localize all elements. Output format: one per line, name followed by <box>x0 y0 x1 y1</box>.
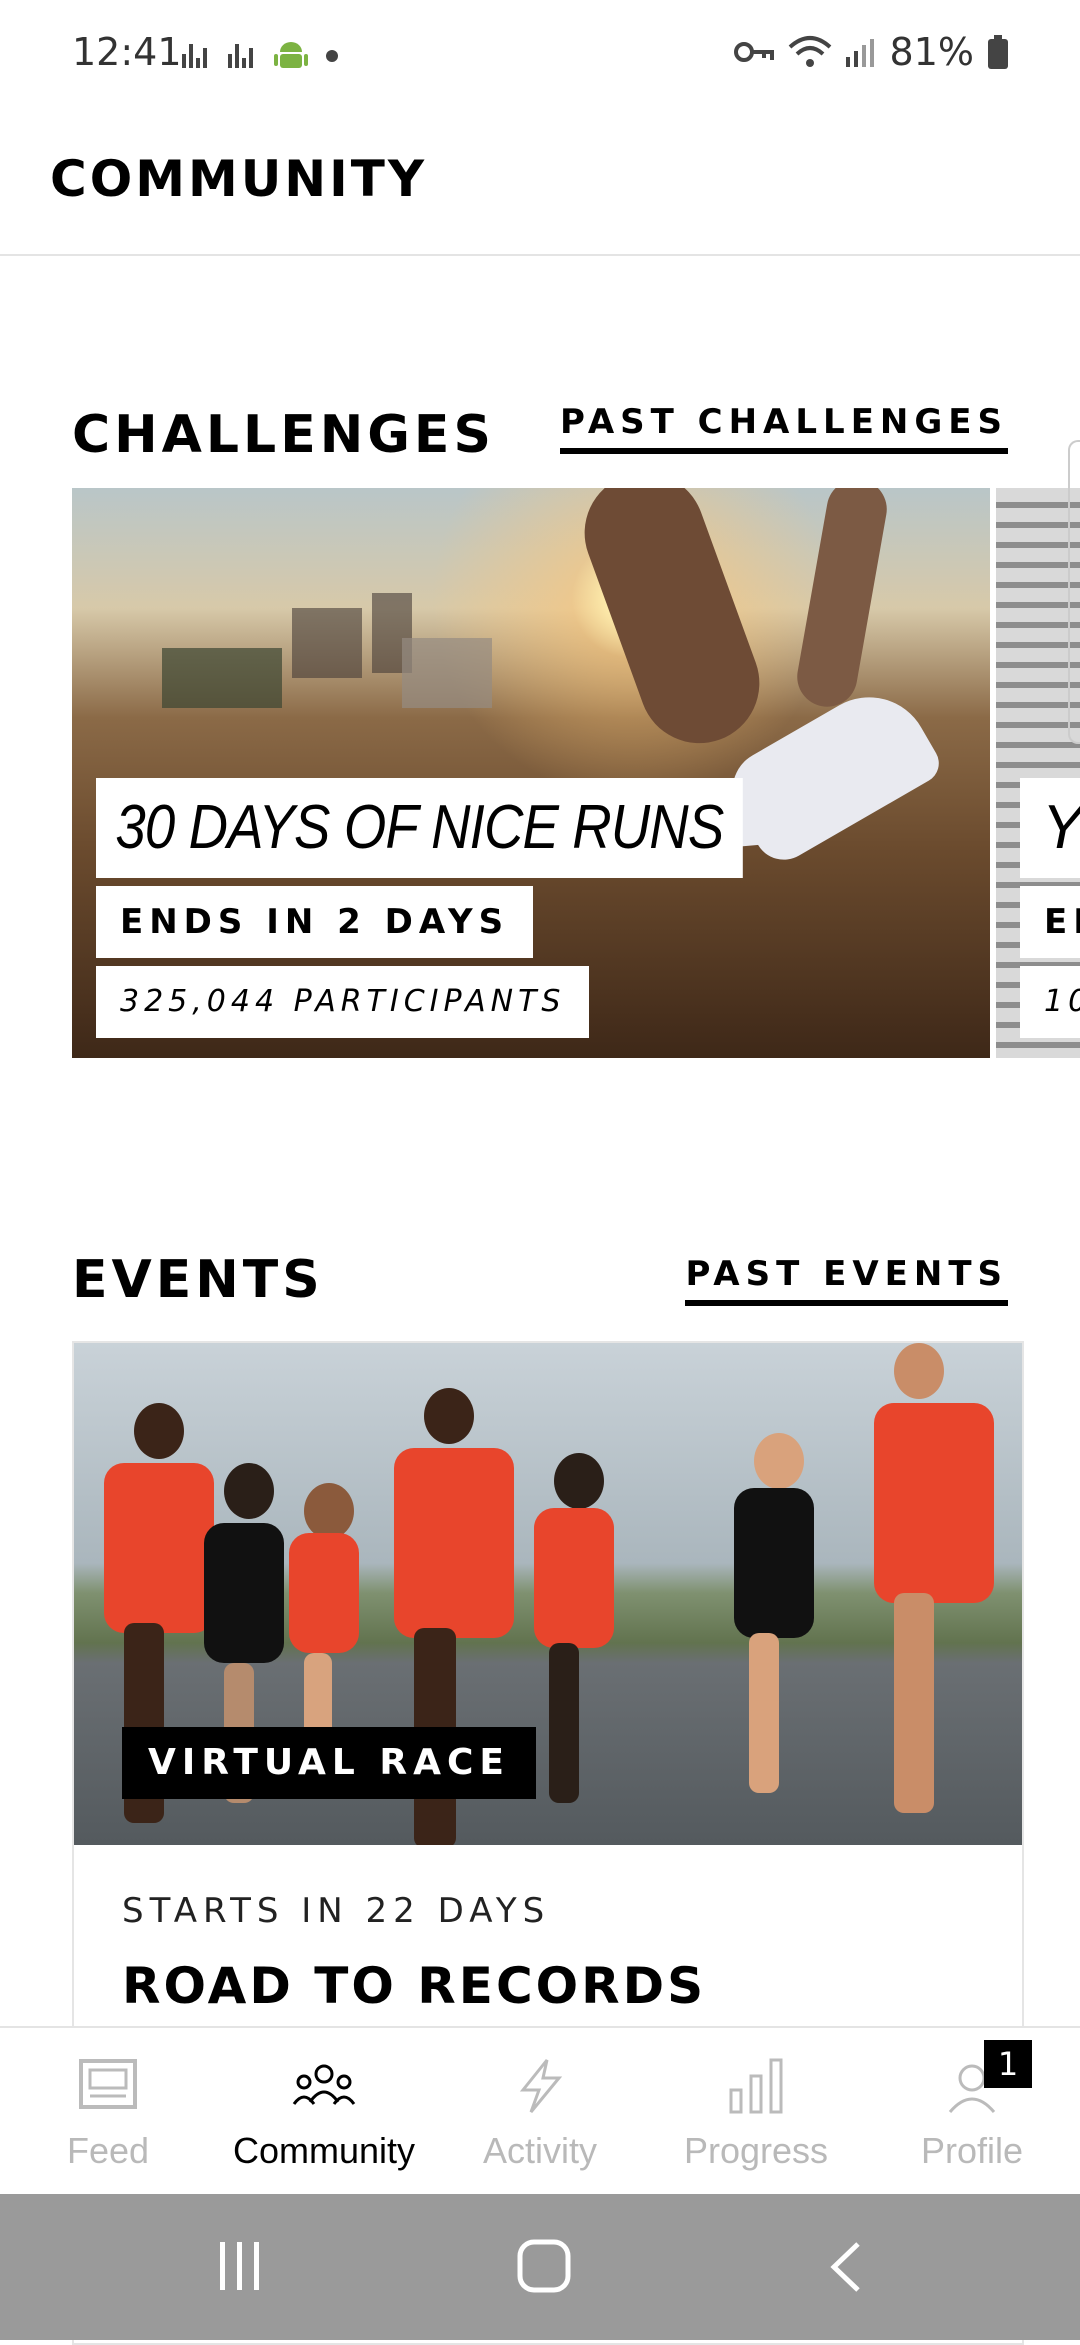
vpn-key-icon <box>733 42 774 62</box>
events-heading: EVENTS <box>72 1250 324 1310</box>
event-type-badge: VIRTUAL RACE <box>122 1727 536 1799</box>
feed-icon <box>79 2059 137 2109</box>
bottom-navigation: Feed Community Activity Progress Profile <box>0 2026 1080 2196</box>
page-title: COMMUNITY <box>50 150 428 208</box>
wifi-icon <box>788 36 831 67</box>
home-icon[interactable] <box>516 2238 572 2294</box>
nav-feed[interactable]: Feed <box>0 2028 216 2196</box>
recent-apps-icon[interactable] <box>216 2238 264 2294</box>
challenge-name: 30 DAYS OF NICE RUNS <box>96 778 743 878</box>
challenge-name: YO <box>1020 778 1080 878</box>
challenges-heading: CHALLENGES <box>72 405 495 465</box>
audio-wave-icon <box>228 44 256 68</box>
nav-label: Feed <box>66 2130 150 2171</box>
community-icon <box>292 2064 356 2105</box>
status-time: 12:41 <box>72 30 182 74</box>
back-icon[interactable] <box>826 2240 866 2294</box>
nav-label: Community <box>232 2130 416 2171</box>
challenge-card[interactable]: 30 DAYS OF NICE RUNS ENDS IN 2 DAYS 325,… <box>72 488 990 1058</box>
past-challenges-link[interactable]: PAST CHALLENGES <box>560 402 1008 454</box>
system-navigation-bar <box>0 2194 1080 2340</box>
nav-label: Activity <box>482 2130 597 2171</box>
android-icon <box>274 42 308 68</box>
audio-wave-icon <box>182 44 210 68</box>
challenge-ends: ENDS IN 2 DAYS <box>96 886 534 958</box>
nav-label: Profile <box>920 2130 1024 2171</box>
lightning-icon <box>519 2059 563 2113</box>
event-starts: STARTS IN 22 DAYS <box>122 1891 551 1931</box>
past-events-link[interactable]: PAST EVENTS <box>685 1254 1008 1306</box>
carousel-scroll-edge <box>1068 440 1080 744</box>
bar-chart-icon <box>729 2058 783 2114</box>
profile-notification-badge: 1 <box>984 2040 1032 2088</box>
app-header: COMMUNITY <box>0 110 1080 256</box>
challenge-participants: 325,044 PARTICIPANTS <box>96 966 590 1038</box>
status-right-icons: 81% <box>733 30 1008 74</box>
challenge-participants: 10 <box>1020 966 1080 1038</box>
status-bar: 12:41 81% <box>0 0 1080 110</box>
nav-label: Progress <box>683 2130 829 2171</box>
signal-icon <box>845 39 874 67</box>
status-notification-icons <box>182 38 338 74</box>
nav-progress[interactable]: Progress <box>648 2028 864 2196</box>
nav-community[interactable]: Community <box>216 2028 432 2196</box>
challenge-ends: EN <box>1020 886 1080 958</box>
battery-icon <box>988 35 1008 69</box>
nav-activity[interactable]: Activity <box>432 2028 648 2196</box>
nav-profile[interactable]: Profile <box>864 2028 1080 2196</box>
event-title: ROAD TO RECORDS <box>122 1957 707 2015</box>
dot-icon <box>326 50 338 62</box>
event-photo: VIRTUAL RACE <box>74 1343 1022 1845</box>
battery-percent: 81% <box>889 30 974 74</box>
